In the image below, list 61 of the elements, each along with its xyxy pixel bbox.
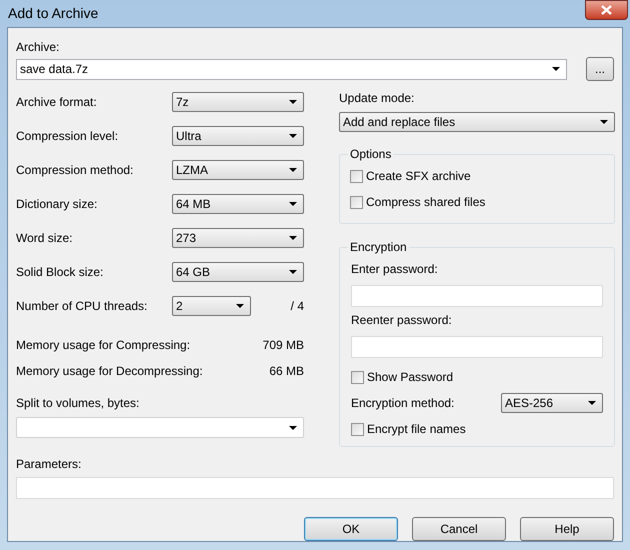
group-title: Encryption: [349, 239, 408, 256]
dialog-button[interactable]: Cancel: [412, 517, 506, 541]
dialog-button[interactable]: Help: [520, 517, 614, 541]
dropdown-arrow-icon: [289, 270, 297, 274]
window-title: Add to Archive: [8, 4, 98, 23]
checkbox-label: Create SFX archive: [366, 168, 471, 185]
dropdown[interactable]: LZMA: [172, 160, 304, 180]
checkbox[interactable]: [350, 196, 363, 208]
checkbox-label: Encrypt file names: [367, 421, 466, 438]
dropdown[interactable]: 64 MB: [172, 194, 304, 214]
dropdown[interactable]: AES-256: [501, 393, 603, 413]
setting-label: Archive format:: [16, 94, 98, 111]
dropdown[interactable]: [16, 417, 304, 438]
close-icon: [601, 5, 612, 15]
dropdown[interactable]: 64 GB: [172, 262, 304, 282]
memory-value: 709 MB: [262, 337, 304, 354]
setting-label: Number of CPU threads:: [16, 298, 148, 315]
memory-label: Memory usage for Compressing:: [16, 337, 190, 354]
dropdown-arrow-icon: [289, 426, 297, 430]
parameters-field[interactable]: [16, 477, 614, 499]
memory-label: Memory usage for Decompressing:: [16, 363, 203, 380]
checkbox-label: Compress shared files: [366, 194, 486, 211]
setting-label: Compression method:: [16, 162, 134, 179]
archive-label: Archive:: [16, 40, 60, 55]
password-label: Reenter password:: [351, 313, 453, 328]
dropdown[interactable]: Ultra: [172, 126, 304, 146]
setting-label: Compression level:: [16, 128, 120, 145]
split-label: Split to volumes, bytes:: [16, 396, 140, 411]
setting-label: Word size:: [16, 230, 74, 247]
memory-value: 66 MB: [269, 363, 304, 380]
dropdown-arrow-icon: [289, 134, 297, 138]
password-field[interactable]: [351, 336, 603, 358]
archive-path-field[interactable]: save data.7z: [16, 58, 568, 80]
checkbox[interactable]: [351, 370, 364, 384]
dropdown-arrow-icon: [289, 168, 297, 172]
thread-count-total: / 4: [290, 298, 304, 315]
dropdown[interactable]: Add and replace files: [339, 112, 615, 132]
password-label: Enter password:: [351, 262, 439, 277]
checkbox-label: Show Password: [367, 369, 454, 386]
encryption-method-label: Encryption method:: [351, 395, 454, 412]
dialog-button[interactable]: OK: [304, 517, 398, 541]
browse-button[interactable]: ...: [586, 57, 614, 81]
checkbox[interactable]: [350, 170, 363, 182]
checkbox[interactable]: [351, 422, 364, 436]
password-field[interactable]: [351, 285, 603, 307]
setting-label: Solid Block size:: [16, 264, 104, 281]
group-title: Options: [349, 146, 392, 163]
parameters-label: Parameters:: [16, 457, 82, 472]
update-mode-label: Update mode:: [339, 91, 416, 106]
dropdown-arrow-icon: [289, 100, 297, 104]
dropdown[interactable]: 273: [172, 228, 304, 248]
dropdown-arrow-icon: [236, 304, 244, 308]
dropdown-arrow-icon: [588, 401, 596, 405]
dropdown-arrow-icon: [600, 120, 608, 124]
dropdown[interactable]: 7z: [172, 92, 304, 112]
setting-label: Dictionary size:: [16, 196, 98, 213]
dropdown-arrow-icon: [552, 67, 560, 71]
close-button[interactable]: [585, 0, 628, 20]
dropdown-arrow-icon: [289, 202, 297, 206]
dropdown[interactable]: 2: [172, 296, 251, 316]
dropdown-arrow-icon: [289, 236, 297, 240]
